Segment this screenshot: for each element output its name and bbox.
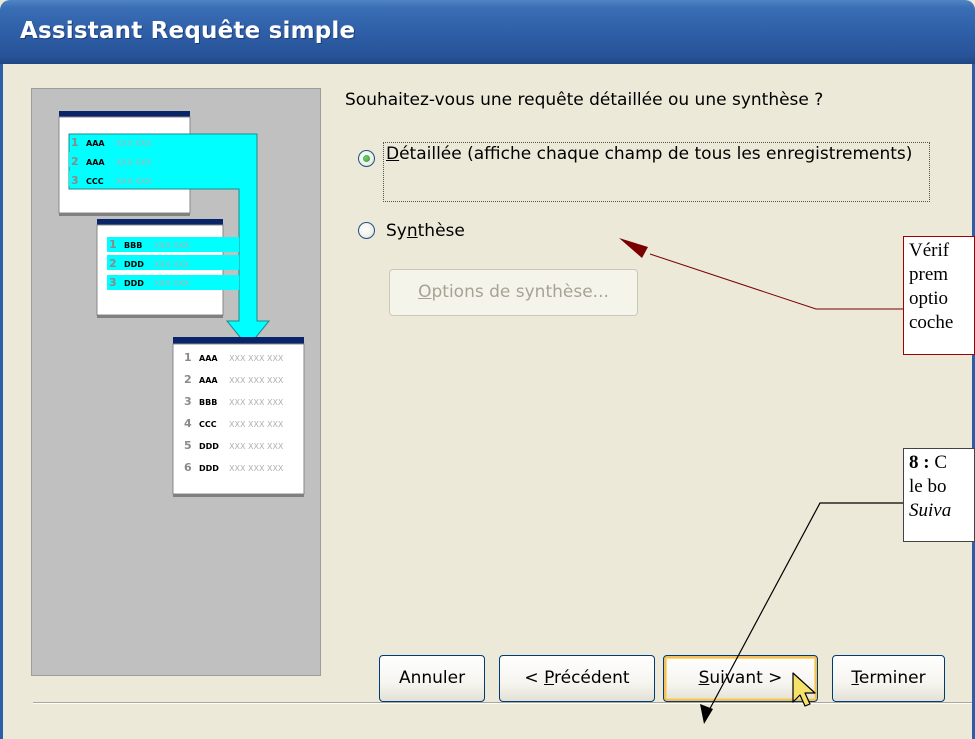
row-key: DDD	[124, 279, 144, 288]
window-title: Assistant Requête simple	[20, 18, 356, 44]
title-bar[interactable]: Assistant Requête simple	[0, 0, 975, 64]
detailed-radio[interactable]	[358, 150, 375, 167]
callout-line: optio	[909, 288, 949, 309]
summary-option-label[interactable]: Synthèse	[386, 221, 465, 241]
row-key: DDD	[199, 464, 219, 473]
row-key: AAA	[86, 139, 105, 148]
row-number: 1	[71, 136, 79, 149]
row-number: 3	[184, 395, 192, 408]
row-filler: XXX XXX	[154, 260, 190, 269]
summary-options-button[interactable]: Options de synthèse...	[389, 269, 638, 316]
row-filler: XXX XXX	[116, 158, 152, 167]
wizard-illustration: 1 AAA XXX XXX 2 AAA XXX XXX 3 CCC XXX XXX 1 BBB XXX…	[31, 88, 321, 676]
button-separator	[33, 702, 972, 704]
row-number: 2	[184, 373, 192, 386]
row-filler: XXX XXX XXX	[229, 442, 284, 451]
row-filler: XXX XXX	[116, 139, 152, 148]
row-filler: XXX XXX XXX	[229, 398, 284, 407]
finish-button[interactable]: Terminer	[832, 655, 945, 702]
row-filler: XXX XXX	[154, 279, 190, 288]
row-filler: XXX XXX	[116, 177, 152, 186]
wizard-question: Souhaitez-vous une requête détaillée ou …	[345, 90, 824, 110]
query-diagram-image: 1 AAA XXX XXX 2 AAA XXX XXX 3 CCC XXX XXX 1 BBB XXX…	[58, 111, 305, 497]
row-filler: XXX XXX	[154, 241, 190, 250]
row-key: CCC	[86, 177, 104, 186]
row-key: DDD	[124, 260, 144, 269]
next-button[interactable]: Suivant >	[663, 655, 818, 702]
row-key: CCC	[199, 420, 217, 429]
row-filler: XXX XXX XXX	[229, 464, 284, 473]
row-filler: XXX XXX XXX	[229, 420, 284, 429]
radio-selected-dot	[363, 155, 370, 162]
row-key: BBB	[124, 241, 142, 250]
row-filler: XXX XXX XXX	[229, 354, 284, 363]
callout-line: prem	[909, 264, 949, 285]
row-number: 5	[184, 439, 192, 452]
row-number: 2	[71, 155, 79, 168]
verify-callout: Vérif prem optio coche	[903, 236, 975, 355]
previous-button[interactable]: < Précédent	[499, 655, 655, 702]
row-number: 3	[71, 174, 79, 187]
detailed-option-label[interactable]: Détaillée (affiche chaque champ de tous …	[386, 144, 926, 165]
step8-callout: 8 : C le bo Suiva	[903, 448, 975, 542]
row-number: 4	[184, 417, 192, 430]
row-key: DDD	[199, 442, 219, 451]
wizard-window: Assistant Requête simple 1 AAA XXX XXX 2…	[0, 0, 975, 739]
callout-line: le bo	[909, 476, 947, 497]
callout-line: 8 : C	[909, 452, 948, 473]
row-number: 3	[109, 276, 117, 289]
row-number: 6	[184, 461, 192, 474]
row-key: AAA	[199, 376, 218, 385]
cancel-button[interactable]: Annuler	[379, 655, 485, 702]
row-key: BBB	[199, 398, 217, 407]
summary-radio[interactable]	[358, 222, 375, 239]
row-key: AAA	[199, 354, 218, 363]
row-number: 2	[109, 257, 117, 270]
callout-line: coche	[909, 312, 954, 333]
row-key: AAA	[86, 158, 105, 167]
callout-line: Vérif	[909, 240, 950, 261]
row-number: 1	[184, 351, 192, 364]
callout-line: Suiva	[909, 500, 952, 521]
row-filler: XXX XXX XXX	[229, 376, 284, 385]
row-number: 1	[109, 238, 117, 251]
